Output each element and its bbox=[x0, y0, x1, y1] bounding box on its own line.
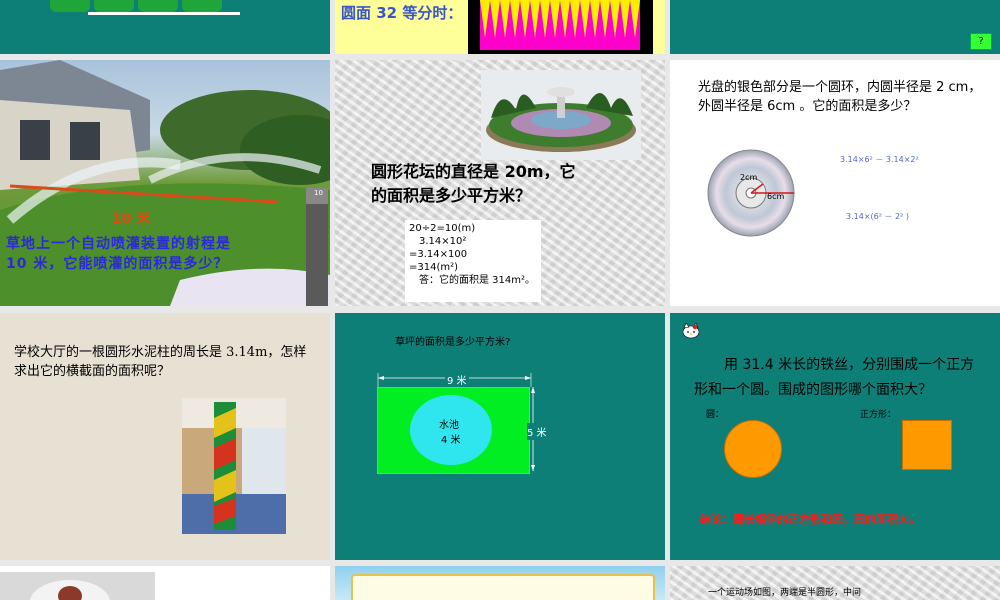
orange-square bbox=[902, 420, 952, 470]
wire-question: 用 31.4 米长的铁丝，分别围成一个正方形和一个圆。围成的图形哪个面积大？ bbox=[694, 357, 975, 398]
slide2-caption: 圆面 32 等分时： bbox=[341, 4, 463, 22]
sector-rectangle bbox=[468, 0, 653, 54]
solution-line: 20÷2=10(m) bbox=[409, 223, 476, 234]
flowerbed-solution: 20÷2=10(m) 3.14×10² =3.14×100 =314(m²) 答… bbox=[405, 220, 541, 302]
pillar-photo bbox=[182, 398, 286, 534]
formula-2: 3.14×(6² － 2² ) bbox=[846, 212, 909, 221]
slide-lawn[interactable]: 草坪的面积是多少平方米? 水池 4 米 9 米 5 米 bbox=[335, 313, 665, 560]
solution-line: =314(m²) bbox=[409, 262, 459, 273]
circle-label: 圆： bbox=[706, 410, 725, 420]
white-bar bbox=[88, 12, 240, 15]
slide-flowerbed[interactable]: 圆形花坛的直径是 20m，它的面积是多少平方米？ 20÷2=10(m) 3.14… bbox=[335, 60, 665, 306]
width-label: 9 米 bbox=[445, 372, 469, 387]
slide-top-left[interactable] bbox=[0, 0, 330, 54]
outer-radius-label: 6cm bbox=[767, 192, 785, 201]
track-text: 一个运动场如图，两端是半圆形，中间 bbox=[708, 588, 862, 598]
wire-conclusion: 结论：周长相等的正方形和圆，圆的面积大。 bbox=[700, 513, 920, 526]
solution-line: 答：它的面积是 314m²。 bbox=[419, 275, 536, 286]
pillar-question: 学校大厅的一根圆形水泥柱的周长是 3.14m，怎样求出它的横截面的面积呢？ bbox=[14, 345, 307, 379]
solution-line: 3.14×10² bbox=[419, 236, 467, 247]
slide-top-right[interactable]: ? bbox=[670, 0, 1000, 54]
orange-circle bbox=[724, 420, 782, 478]
slide-bottom-right[interactable]: 一个运动场如图，两端是半圆形，中间 bbox=[670, 566, 1000, 600]
flowerbed-question: 圆形花坛的直径是 20m，它的面积是多少平方米？ bbox=[371, 162, 576, 205]
slide-top-middle[interactable]: 圆面 32 等分时： bbox=[335, 0, 665, 54]
sector-zigzag bbox=[480, 0, 640, 50]
cd-question: 光盘的银色部分是一个圆环，内圆半径是 2 cm，外圆半径是 6cm 。它的面积是… bbox=[698, 80, 982, 114]
distance-label: 10 米 bbox=[112, 211, 151, 227]
sprinkler-sign-number: 10 bbox=[314, 189, 323, 197]
flowerbed-photo bbox=[481, 70, 641, 160]
slide-wire[interactable]: 用 31.4 米长的铁丝，分别围成一个正方形和一个圆。围成的图形哪个面积大？ 圆… bbox=[670, 313, 1000, 560]
slide-bottom-middle[interactable] bbox=[335, 566, 665, 600]
solution-line: =3.14×100 bbox=[409, 249, 468, 260]
inner-radius-label: 2cm bbox=[740, 173, 758, 182]
slide-sprinkler[interactable]: 10 10 米 草地上一个自动喷灌装置的射程是 10 米，它能喷灌的面积是多少？ bbox=[0, 60, 330, 306]
question-button[interactable]: ? bbox=[970, 33, 992, 50]
bottom-left-photo bbox=[0, 572, 155, 600]
height-label: 5 米 bbox=[527, 423, 547, 440]
formula-1: 3.14×6² － 3.14×2² bbox=[840, 155, 919, 164]
slide-pillar[interactable]: 学校大厅的一根圆形水泥柱的周长是 3.14m，怎样求出它的横截面的面积呢？ bbox=[0, 313, 330, 560]
bottom-middle-panel bbox=[351, 574, 655, 600]
slide-cd[interactable]: 光盘的银色部分是一个圆环，内圆半径是 2 cm，外圆半径是 6cm 。它的面积是… bbox=[670, 60, 1000, 306]
lawn-question: 草坪的面积是多少平方米? bbox=[395, 337, 511, 348]
square-label: 正方形： bbox=[860, 410, 897, 420]
pool-radius: 4 米 bbox=[441, 435, 461, 446]
slide-bottom-left[interactable] bbox=[0, 566, 330, 600]
sprinkler-question: 草地上一个自动喷灌装置的射程是 10 米，它能喷灌的面积是多少？ bbox=[6, 236, 231, 272]
pool-name: 水池 bbox=[439, 420, 459, 431]
hello-kitty-icon bbox=[682, 322, 700, 339]
